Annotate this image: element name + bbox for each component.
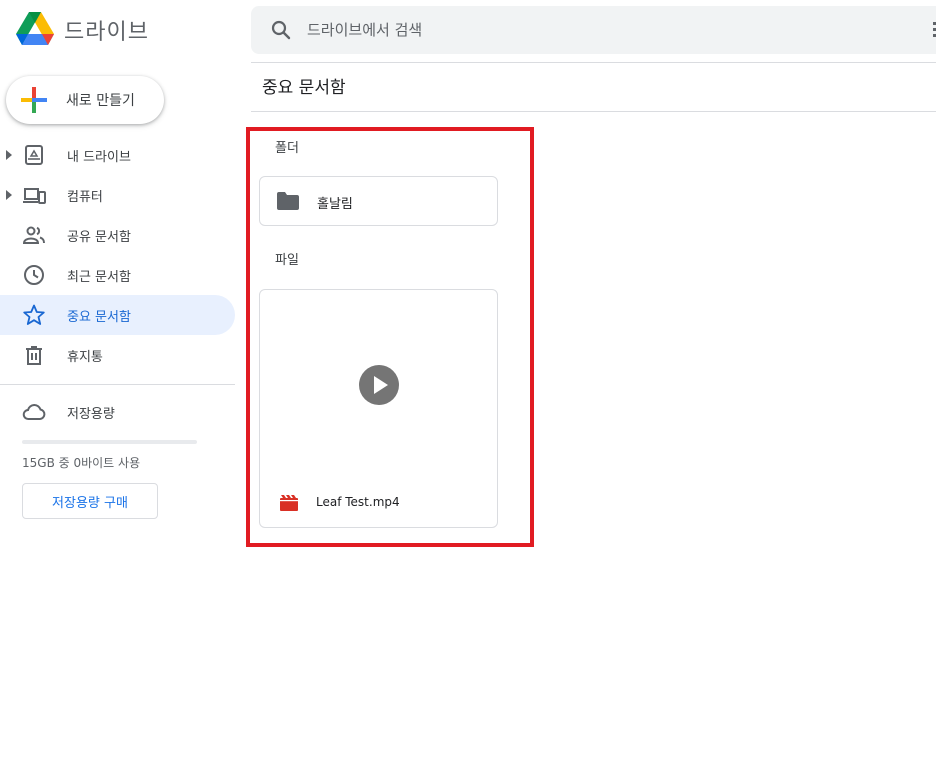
shared-icon [22, 226, 45, 244]
sidebar-item-label: 중요 문서함 [67, 310, 131, 325]
storage-label: 저장용량 [67, 407, 115, 422]
sidebar-item-label: 공유 문서함 [67, 230, 131, 245]
trash-icon [26, 346, 42, 365]
drive-logo [16, 12, 54, 45]
sidebar-item-storage[interactable]: 저장용량 [0, 393, 235, 431]
video-file-icon [280, 495, 298, 511]
computers-icon [23, 188, 46, 204]
star-icon [23, 304, 45, 325]
page-title: 중요 문서함 [262, 78, 346, 98]
storage-usage-text: 15GB 중 0바이트 사용 [22, 456, 141, 470]
file-card[interactable]: Leaf Test.mp4 [259, 289, 498, 528]
file-name: Leaf Test.mp4 [316, 495, 400, 509]
clock-icon [24, 265, 44, 285]
title-divider [251, 111, 936, 112]
sidebar-item-computers[interactable]: 컴퓨터 [0, 175, 235, 215]
folder-card[interactable]: 홀날림 [259, 176, 498, 226]
plus-icon [21, 87, 47, 113]
cloud-icon [22, 404, 46, 420]
my-drive-icon [25, 145, 43, 165]
search-bar[interactable] [251, 6, 936, 54]
header-divider [251, 62, 936, 63]
new-button-label: 새로 만들기 [66, 93, 135, 109]
sidebar-item-shared[interactable]: 공유 문서함 [0, 215, 235, 255]
expand-caret-icon[interactable] [6, 150, 12, 160]
new-button[interactable]: 새로 만들기 [6, 76, 164, 124]
sidebar-item-starred[interactable]: 중요 문서함 [0, 295, 235, 335]
play-icon[interactable] [358, 364, 400, 406]
folders-section-label: 폴더 [275, 141, 299, 156]
folder-name: 홀날림 [317, 197, 353, 212]
sidebar-item-recent[interactable]: 최근 문서함 [0, 255, 235, 295]
sidebar-item-my-drive[interactable]: 내 드라이브 [0, 135, 235, 175]
search-input[interactable] [307, 6, 807, 54]
app-title: 드라이브 [64, 20, 149, 45]
sidebar-item-label: 최근 문서함 [67, 270, 131, 285]
sidebar-item-label: 휴지통 [67, 350, 103, 365]
storage-usage-bar [22, 440, 197, 444]
files-section-label: 파일 [275, 253, 299, 268]
folder-icon [277, 192, 299, 210]
expand-caret-icon[interactable] [6, 190, 12, 200]
sidebar-item-label: 컴퓨터 [67, 190, 103, 205]
search-icon[interactable] [269, 18, 293, 42]
sidebar-item-trash[interactable]: 휴지통 [0, 335, 235, 375]
buy-storage-button[interactable]: 저장용량 구매 [22, 483, 158, 519]
sidebar-divider [0, 384, 235, 385]
sidebar-item-label: 내 드라이브 [67, 150, 131, 165]
